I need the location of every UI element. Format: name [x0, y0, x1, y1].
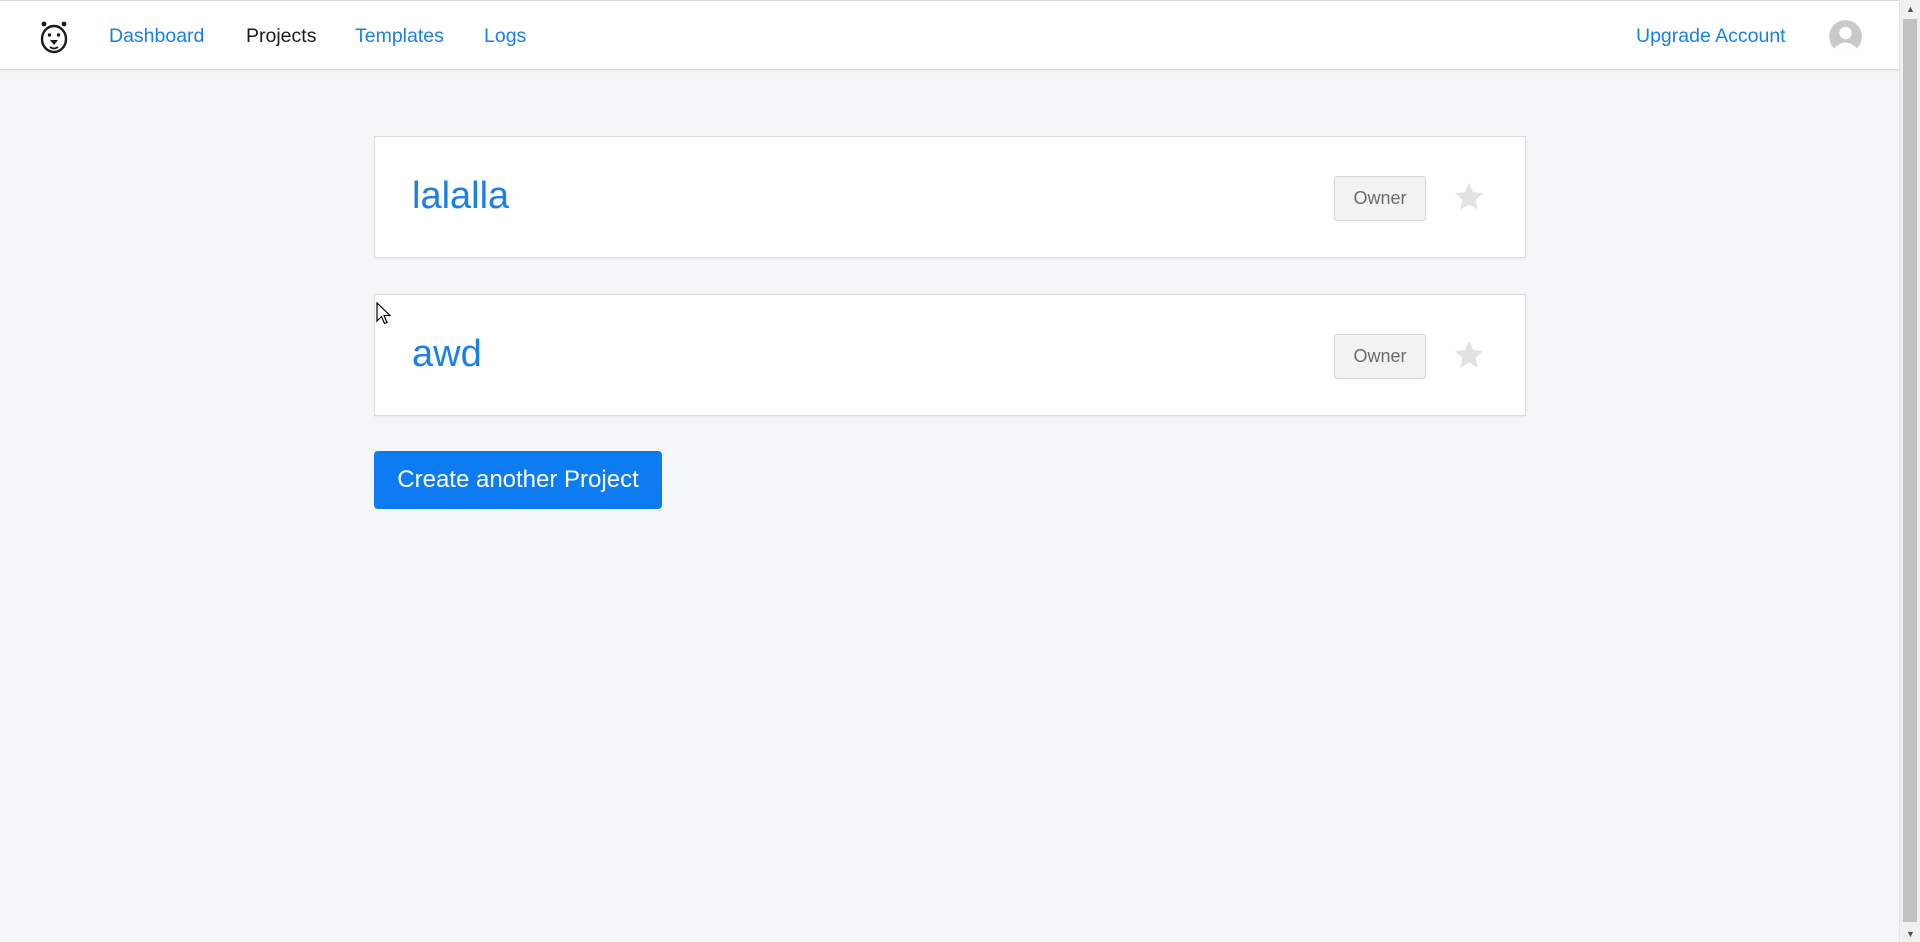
star-icon[interactable]	[1452, 338, 1486, 372]
role-badge: Owner	[1334, 334, 1426, 379]
project-title[interactable]: lalalla	[412, 177, 509, 215]
bear-logo-icon[interactable]	[38, 18, 70, 54]
scroll-thumb[interactable]	[1903, 19, 1917, 922]
nav-projects[interactable]: Projects	[246, 25, 316, 48]
star-icon[interactable]	[1452, 180, 1486, 214]
scroll-up-icon[interactable]: ▲	[1900, 0, 1920, 17]
project-card[interactable]: lalalla Owner	[374, 136, 1526, 258]
scroll-down-icon[interactable]: ▼	[1900, 925, 1920, 942]
project-title[interactable]: awd	[412, 335, 482, 373]
create-project-button[interactable]: Create another Project	[374, 451, 662, 509]
mouse-cursor-icon	[376, 302, 392, 325]
role-badge: Owner	[1334, 176, 1426, 221]
nav-logs[interactable]: Logs	[484, 25, 526, 48]
project-card[interactable]: awd Owner	[374, 294, 1526, 416]
upgrade-account-link[interactable]: Upgrade Account	[1636, 25, 1786, 48]
nav-dashboard[interactable]: Dashboard	[109, 25, 204, 48]
user-avatar-icon[interactable]	[1829, 20, 1862, 53]
nav-templates[interactable]: Templates	[355, 25, 444, 48]
top-navbar: Dashboard Projects Templates Logs Upgrad…	[0, 0, 1899, 70]
vertical-scrollbar[interactable]: ▲ ▼	[1899, 0, 1920, 942]
